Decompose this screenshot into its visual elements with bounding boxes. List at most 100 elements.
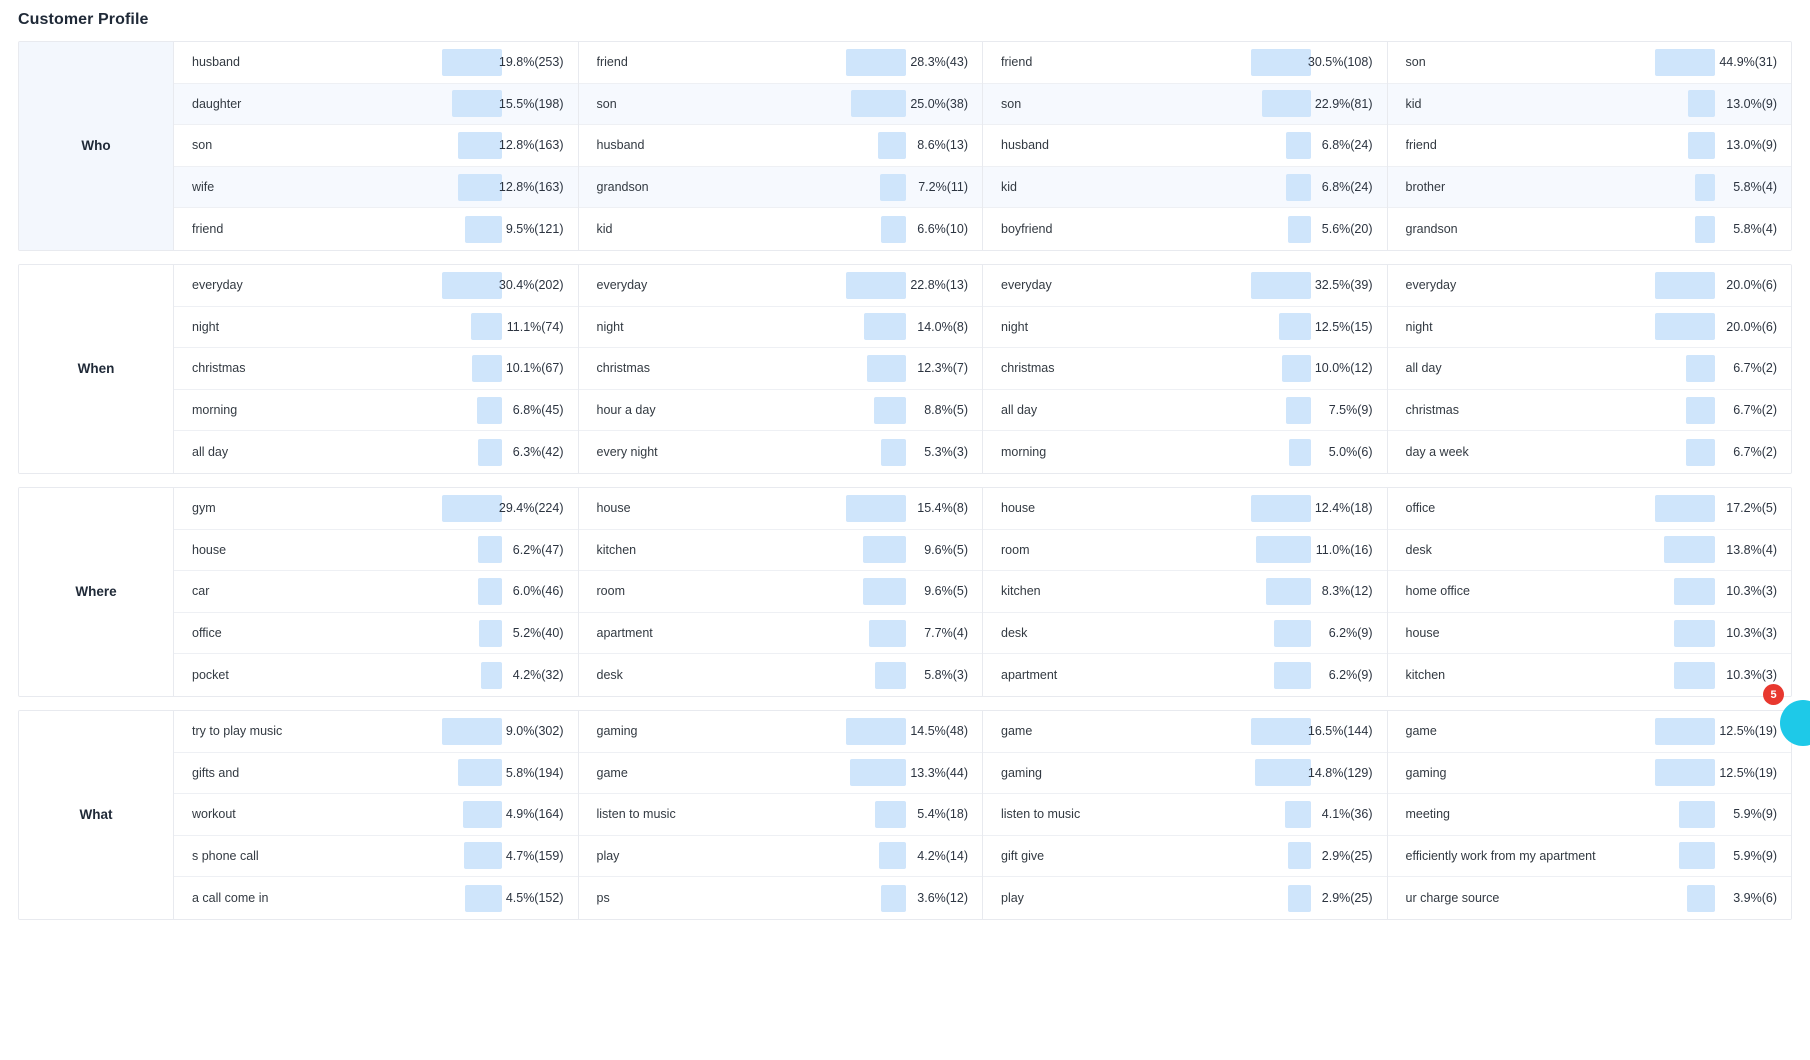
row-value: 7.2%(11) [918,180,968,195]
table-row[interactable]: day a week 6.7%(2) [1387,431,1791,473]
table-row[interactable]: boyfriend 5.6%(20) [983,208,1387,250]
table-row[interactable]: game 13.3%(44) [578,752,982,795]
table-row[interactable]: night 11.1%(74) [174,306,578,349]
table-row[interactable]: morning 5.0%(6) [983,431,1387,473]
table-row[interactable]: desk 6.2%(9) [983,612,1387,655]
table-row[interactable]: everyday 22.8%(13) [578,264,982,307]
table-row[interactable]: wife 12.8%(163) [174,166,578,209]
table-row[interactable]: house 15.4%(8) [578,487,982,530]
table-row[interactable]: hour a day 8.8%(5) [578,389,982,432]
table-row[interactable]: house 12.4%(18) [983,487,1387,530]
row-bar-meter: 16.5%(144) [1221,717,1373,745]
table-row[interactable]: efficiently work from my apartment 5.9%(9… [1387,835,1791,878]
table-row[interactable]: listen to music 5.4%(18) [578,794,982,836]
table-row[interactable]: friend 13.0%(9) [1387,125,1791,167]
bar-fill [1685,354,1715,382]
table-row[interactable]: play 2.9%(25) [983,877,1387,919]
table-row[interactable]: all day 6.3%(42) [174,431,578,473]
table-row[interactable]: gaming 14.8%(129) [983,752,1387,795]
table-row[interactable]: christmas 10.0%(12) [983,348,1387,390]
table-row[interactable]: game 12.5%(19) [1387,710,1791,753]
table-row[interactable]: play 4.2%(14) [578,835,982,878]
table-row[interactable]: workout 4.9%(164) [174,794,578,836]
table-row[interactable]: gifts and 5.8%(194) [174,752,578,795]
row-bar-meter: 13.3%(44) [816,759,968,787]
bar-fill [880,884,906,912]
table-row[interactable]: grandson 7.2%(11) [578,166,982,209]
table-row[interactable]: office 5.2%(40) [174,612,578,655]
table-row[interactable]: house 10.3%(3) [1387,612,1791,655]
table-row[interactable]: home office 10.3%(3) [1387,571,1791,613]
table-row[interactable]: night 14.0%(8) [578,306,982,349]
table-row[interactable]: friend 9.5%(121) [174,208,578,250]
table-row[interactable]: son 25.0%(38) [578,83,982,126]
table-row[interactable]: everyday 32.5%(39) [983,264,1387,307]
table-row[interactable]: son 44.9%(31) [1387,42,1791,84]
table-row[interactable]: meeting 5.9%(9) [1387,794,1791,836]
table-row[interactable]: ur charge source 3.9%(6) [1387,877,1791,919]
table-row[interactable]: husband 19.8%(253) [174,42,578,84]
row-value: 6.8%(24) [1321,180,1373,195]
table-row[interactable]: all day 6.7%(2) [1387,348,1791,390]
table-row[interactable]: room 9.6%(5) [578,571,982,613]
table-row[interactable]: everyday 30.4%(202) [174,264,578,307]
table-row[interactable]: kitchen 10.3%(3) [1387,654,1791,696]
table-row[interactable]: a call come in 4.5%(152) [174,877,578,919]
table-row[interactable]: desk 5.8%(3) [578,654,982,696]
table-row[interactable]: husband 8.6%(13) [578,125,982,167]
table-row[interactable]: friend 28.3%(43) [578,42,982,84]
row-label: kitchen [1405,668,1446,683]
table-row[interactable]: gift give 2.9%(25) [983,835,1387,878]
table-row[interactable]: listen to music 4.1%(36) [983,794,1387,836]
table-row[interactable]: all day 7.5%(9) [983,389,1387,432]
table-row[interactable]: brother 5.8%(4) [1387,166,1791,209]
table-row[interactable]: house 6.2%(47) [174,529,578,572]
table-row[interactable]: husband 6.8%(24) [983,125,1387,167]
row-label: car [192,584,210,599]
page-title: Customer Profile [18,11,149,28]
table-row[interactable]: ps 3.6%(12) [578,877,982,919]
table-row[interactable]: night 12.5%(15) [983,306,1387,349]
row-value: 12.5%(19) [1719,724,1777,739]
table-row[interactable]: apartment 7.7%(4) [578,612,982,655]
table-row[interactable]: gym 29.4%(224) [174,487,578,530]
row-value: 25.0%(38) [910,96,968,111]
bar-fill [851,90,906,118]
row-bar-meter: 5.0%(6) [1221,438,1373,466]
table-row[interactable]: pocket 4.2%(32) [174,654,578,696]
table-row[interactable]: morning 6.8%(45) [174,389,578,432]
table-row[interactable]: daughter 15.5%(198) [174,83,578,126]
table-row[interactable]: grandson 5.8%(4) [1387,208,1791,250]
table-row[interactable]: apartment 6.2%(9) [983,654,1387,696]
table-row[interactable]: everyday 20.0%(6) [1387,264,1791,307]
table-row[interactable]: game 16.5%(144) [983,710,1387,753]
table-row[interactable]: desk 13.8%(4) [1387,529,1791,572]
table-row[interactable]: s phone call 4.7%(159) [174,835,578,878]
table-row[interactable]: friend 30.5%(108) [983,42,1387,84]
row-value: 6.2%(9) [1328,626,1373,641]
table-row[interactable]: gaming 12.5%(19) [1387,752,1791,795]
table-row[interactable]: night 20.0%(6) [1387,306,1791,349]
table-row[interactable]: christmas 10.1%(67) [174,348,578,390]
table-row[interactable]: son 12.8%(163) [174,125,578,167]
table-row[interactable]: son 22.9%(81) [983,83,1387,126]
table-row[interactable]: office 17.2%(5) [1387,487,1791,530]
row-bar-meter: 3.6%(12) [816,884,968,912]
table-row[interactable]: kitchen 9.6%(5) [578,529,982,572]
row-bar-meter: 6.7%(2) [1625,438,1777,466]
table-row[interactable]: kid 13.0%(9) [1387,83,1791,126]
row-value: 5.0%(6) [1328,445,1373,460]
table-row[interactable]: try to play music 9.0%(302) [174,710,578,753]
table-row[interactable]: gaming 14.5%(48) [578,710,982,753]
table-row[interactable]: christmas 6.7%(2) [1387,389,1791,432]
row-label: meeting [1405,807,1450,822]
table-row[interactable]: kid 6.8%(24) [983,166,1387,209]
table-row[interactable]: kid 6.6%(10) [578,208,982,250]
table-row[interactable]: christmas 12.3%(7) [578,348,982,390]
table-row[interactable]: kitchen 8.3%(12) [983,571,1387,613]
table-row[interactable]: room 11.0%(16) [983,529,1387,572]
table-row[interactable]: every night 5.3%(3) [578,431,982,473]
row-label: efficiently work from my apartment [1405,848,1596,863]
row-value: 6.7%(2) [1733,403,1777,418]
table-row[interactable]: car 6.0%(46) [174,571,578,613]
